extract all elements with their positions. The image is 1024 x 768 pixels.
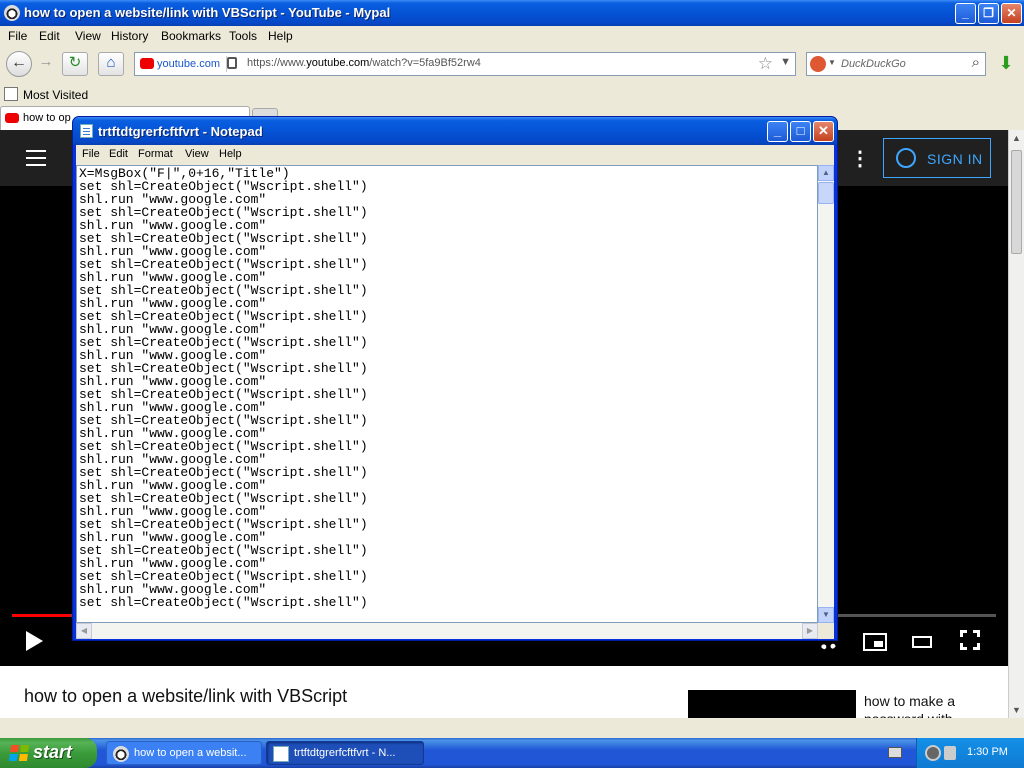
system-tray: 1:30 PM <box>916 738 1024 768</box>
bookmark-most-visited[interactable]: Most Visited <box>23 88 88 102</box>
site-identity-label: youtube.com <box>157 58 220 70</box>
theater-mode-icon[interactable] <box>912 636 932 648</box>
forward-arrow-icon[interactable]: → <box>33 52 59 76</box>
resize-grip-icon[interactable] <box>818 623 834 639</box>
restore-button[interactable]: ❐ <box>978 3 999 24</box>
miniplayer-icon[interactable] <box>863 633 887 651</box>
search-bar[interactable]: ▼ DuckDuckGo ⌕ <box>806 52 986 76</box>
scrollbar-thumb[interactable] <box>818 182 834 204</box>
taskbar-item-label: trtftdtgrerfcftfvrt - N... <box>294 747 396 759</box>
download-arrow-icon[interactable]: ⬇ <box>992 53 1020 77</box>
notepad-maximize-button[interactable]: □ <box>790 121 811 142</box>
scrollbar-thumb[interactable] <box>1011 150 1022 254</box>
fullscreen-icon[interactable] <box>960 630 980 650</box>
back-arrow-icon[interactable]: ← <box>6 51 32 77</box>
navigation-toolbar: ← → ↻ ⌂ youtube.com https://www.youtube.… <box>0 47 1024 82</box>
bookmark-star-icon[interactable]: ☆ <box>758 54 773 74</box>
url-bar[interactable]: youtube.com https://www.youtube.com/watc… <box>134 52 796 76</box>
close-button[interactable]: ✕ <box>1001 3 1022 24</box>
play-icon[interactable] <box>26 631 43 651</box>
menu-file[interactable]: File <box>8 29 27 43</box>
volume-icon[interactable] <box>944 746 956 760</box>
mypal-browser-icon <box>4 5 20 21</box>
scroll-down-icon[interactable]: ▼ <box>818 607 834 623</box>
recommended-video-title[interactable]: how to make a password with <box>864 692 984 718</box>
taskbar-item-browser[interactable]: how to open a websit... <box>106 741 262 765</box>
menu-history[interactable]: History <box>111 29 148 43</box>
account-icon <box>896 148 916 168</box>
url-dropdown-icon[interactable]: ▼ <box>780 56 791 68</box>
np-menu-format[interactable]: Format <box>138 148 173 160</box>
recommended-video-thumbnail[interactable] <box>688 690 856 718</box>
search-placeholder: DuckDuckGo <box>841 58 906 70</box>
url-path: /watch?v=5fa9Bf52rw4 <box>369 57 481 69</box>
sign-in-label: SIGN IN <box>927 151 983 167</box>
clock[interactable]: 1:30 PM <box>967 746 1008 758</box>
tab-label: how to op <box>23 112 71 124</box>
notepad-icon <box>80 124 93 138</box>
video-progress-fill <box>12 614 72 617</box>
browser-menubar: File Edit View History Bookmarks Tools H… <box>0 26 1024 46</box>
url-domain: youtube.com <box>306 57 370 69</box>
home-icon[interactable]: ⌂ <box>98 52 124 76</box>
menu-view[interactable]: View <box>75 29 101 43</box>
youtube-favicon-icon <box>5 113 19 123</box>
notepad-minimize-button[interactable]: _ <box>767 121 788 142</box>
bookmark-page-icon <box>4 87 18 101</box>
browser-titlebar[interactable]: how to open a website/link with VBScript… <box>0 0 1024 26</box>
duckduckgo-icon[interactable] <box>810 56 826 72</box>
url-prefix: https://www. <box>247 57 307 69</box>
menu-help[interactable]: Help <box>268 29 293 43</box>
minimize-button[interactable]: _ <box>955 3 976 24</box>
notepad-titlebar[interactable]: trtftdtgrerfcftfvrt - Notepad _ □ ✕ <box>73 117 837 145</box>
mypal-browser-icon <box>113 746 129 762</box>
np-menu-view[interactable]: View <box>185 148 209 160</box>
notepad-window: trtftdtgrerfcftfvrt - Notepad _ □ ✕ File… <box>72 116 838 641</box>
taskbar: start how to open a websit... trtftdtgre… <box>0 738 1024 768</box>
youtube-favicon-icon <box>140 58 154 69</box>
notepad-text-content[interactable]: X=MsgBox("F|",0+16,"Title") set shl=Crea… <box>79 167 368 609</box>
scroll-down-icon[interactable]: ▼ <box>1009 702 1024 718</box>
menu-edit[interactable]: Edit <box>39 29 60 43</box>
video-title: how to open a website/link with VBScript <box>24 686 348 706</box>
url-text[interactable]: https://www.youtube.com/watch?v=5fa9Bf52… <box>247 57 481 69</box>
notepad-client-area: X=MsgBox("F|",0+16,"Title") set shl=Crea… <box>76 165 834 639</box>
menu-bookmarks[interactable]: Bookmarks <box>161 29 221 43</box>
search-engine-dropdown-icon[interactable]: ▼ <box>828 58 836 67</box>
np-menu-edit[interactable]: Edit <box>109 148 128 160</box>
network-icon[interactable] <box>925 745 941 761</box>
keyboard-language-icon[interactable] <box>888 747 902 758</box>
scroll-right-icon[interactable]: ▶ <box>802 623 818 639</box>
page-scrollbar[interactable]: ▲ ▼ <box>1008 130 1024 718</box>
notepad-icon <box>273 746 289 762</box>
np-menu-help[interactable]: Help <box>219 148 242 160</box>
more-options-icon[interactable]: ⋮ <box>850 146 870 171</box>
scroll-up-icon[interactable]: ▲ <box>818 165 834 181</box>
notepad-horizontal-scrollbar[interactable]: ◀ ▶ <box>76 623 818 639</box>
lock-icon <box>227 57 237 69</box>
sign-in-button[interactable]: SIGN IN <box>883 138 991 178</box>
windows-logo-icon <box>8 745 30 761</box>
hamburger-menu-icon[interactable] <box>26 150 46 166</box>
taskbar-item-label: how to open a websit... <box>134 747 247 759</box>
notepad-title: trtftdtgrerfcftfvrt - Notepad <box>98 124 263 139</box>
taskbar-item-notepad[interactable]: trtftdtgrerfcftfvrt - N... <box>266 741 424 765</box>
np-menu-file[interactable]: File <box>82 148 100 160</box>
notepad-text-area[interactable]: X=MsgBox("F|",0+16,"Title") set shl=Crea… <box>76 165 818 623</box>
notepad-close-button[interactable]: ✕ <box>813 121 834 142</box>
start-button[interactable]: start <box>0 738 97 768</box>
bookmarks-toolbar: Most Visited <box>0 84 1024 106</box>
browser-title: how to open a website/link with VBScript… <box>24 5 391 20</box>
scroll-left-icon[interactable]: ◀ <box>76 623 92 639</box>
notepad-vertical-scrollbar[interactable]: ▲ ▼ <box>818 165 834 623</box>
scroll-up-icon[interactable]: ▲ <box>1009 130 1024 146</box>
site-identity-badge[interactable]: youtube.com <box>137 56 227 72</box>
notepad-menubar: File Edit Format View Help <box>76 145 834 165</box>
menu-tools[interactable]: Tools <box>229 29 257 43</box>
start-label: start <box>33 742 73 762</box>
search-icon[interactable]: ⌕ <box>972 54 980 71</box>
reload-icon[interactable]: ↻ <box>62 52 88 76</box>
